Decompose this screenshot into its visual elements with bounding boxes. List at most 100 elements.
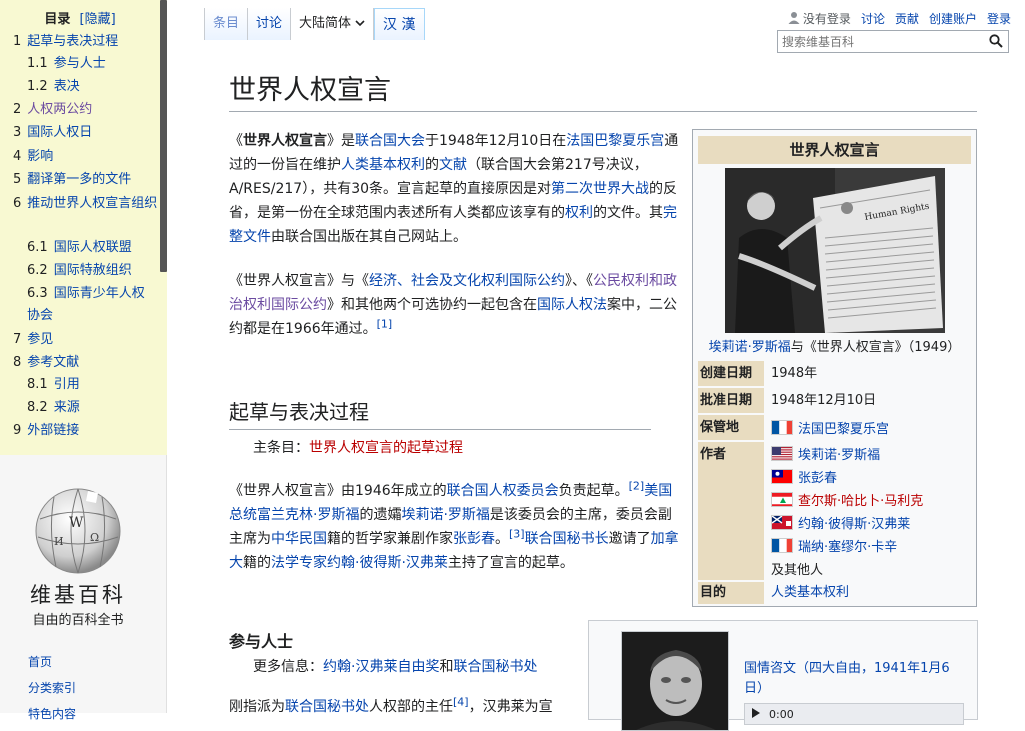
toc-header: 目录 [隐藏] [0,8,160,27]
hatnote-main-article: 主条目：世界人权宣言的起草过程 [253,437,463,457]
infobox-title: 世界人权宣言 [698,136,971,164]
link-un-general-assembly[interactable]: 联合国大会 [355,133,425,149]
link-john-humphrey-award[interactable]: 约翰·汉弗莱自由奖 [323,659,439,675]
personal-contributions-link[interactable]: 贡献 [895,10,919,27]
purpose-link[interactable]: 人类基本权利 [771,585,849,600]
toc-item[interactable]: 8.1引用 [27,374,167,396]
toc-title: 目录 [44,12,70,27]
toc-item[interactable]: 3国际人权日 [13,122,158,144]
sidebar: 目录 [隐藏] 1起草与表决过程 1.1参与人士 1.2表决 2人权两公约 3国… [0,0,167,713]
nav-featured-content[interactable]: 特色内容 [28,707,76,721]
tab-talk[interactable]: 讨论 [248,8,291,40]
variant-dropdown[interactable]: 大陆简体 [291,8,374,40]
infobox-row-ratified: 批准日期 1948年12月10日 [698,388,971,413]
link-ww2[interactable]: 第二次世界大战 [551,181,649,197]
link-rights[interactable]: 权利 [565,205,593,221]
paragraph-drafting: 《世界人权宣言》由1946年成立的联合国人权委员会负责起草。[2]美国总统富兰克… [229,479,679,575]
logo-wordmark: 维基百科 [22,579,134,609]
personal-talk-link[interactable]: 讨论 [861,10,885,27]
author-entry: 瑞纳·塞缪尔·卡辛 [771,534,923,557]
toc-item[interactable]: 6推动世界人权宣言组织 [13,193,158,215]
toc-item[interactable]: 6.2国际特赦组织 [27,260,167,282]
audio-time: 0:00 [769,708,794,721]
link-intl-human-rights-law[interactable]: 国际人权法 [537,297,607,313]
caption-link-eleanor[interactable]: 埃莉诺·罗斯福 [709,340,791,355]
nav-main-page[interactable]: 首页 [28,655,52,669]
toc-item[interactable]: 6.3国际青少年人权协会 [27,283,153,327]
toc-item[interactable]: 8参考文献 [13,352,158,374]
link-legal-expert[interactable]: 法学专家 [271,555,327,571]
usa-flag-icon [771,446,793,461]
link-un-secretary-general[interactable]: 联合国秘书长 [525,531,609,547]
reference-3[interactable]: [3] [509,527,525,540]
svg-text:Ω: Ω [90,531,99,544]
infobox-row-purpose: 目的 人类基本权利 [698,582,971,604]
location-link[interactable]: 法国巴黎夏乐宫 [798,418,889,437]
create-account-link[interactable]: 创建账户 [929,10,977,27]
link-john-humphrey[interactable]: 约翰·彼得斯·汉弗莱 [327,555,448,571]
not-logged-in-label: 没有登录 [803,10,851,27]
toc-hide-link[interactable]: [隐藏] [80,12,116,27]
author-more: 及其他人 [771,557,923,580]
toc-scrollbar[interactable] [160,0,167,272]
infobox-row-authors: 作者 埃莉诺·罗斯福 张彭春 [698,442,971,580]
link-document[interactable]: 文献 [439,157,467,173]
wikipedia-logo[interactable]: W Ω И 维基百科 自由的百科全书 [22,485,134,628]
hanzi-label: 汉 漢 [383,17,415,33]
toc-item[interactable]: 8.2来源 [27,397,167,419]
sidebar-navigation: 首页 分类索引 特色内容 [28,652,76,730]
author-link[interactable]: 查尔斯·哈比卜·马利克 [798,490,923,509]
reference-4[interactable]: [4] [453,695,469,708]
infobox-caption: 埃莉诺·罗斯福与《世界人权宣言》（1949） [698,336,971,355]
infobox-row-created: 创建日期 1948年 [698,361,971,386]
author-link[interactable]: 约翰·彼得斯·汉弗莱 [798,513,910,532]
reference-2[interactable]: [2] [629,479,645,492]
toc-item[interactable]: 7参见 [13,329,158,351]
author-entry: 约翰·彼得斯·汉弗莱 [771,511,923,534]
toc-item[interactable]: 4影响 [13,146,158,168]
paragraph-covenants: 《世界人权宣言》与《经济、社会及文化权利国际公约》、《公民权利和政治权利国际公约… [229,269,679,341]
link-roc[interactable]: 中华民国 [271,531,327,547]
infobox: 世界人权宣言 Human Rights [692,129,977,607]
tab-article[interactable]: 条目 [204,8,248,40]
author-link[interactable]: 埃莉诺·罗斯福 [798,444,880,463]
svg-text:И: И [54,535,64,548]
audio-title-link[interactable]: 国情咨文（四大自由，1941年1月6日） [744,661,950,696]
logo-tagline: 自由的百科全书 [22,609,134,628]
author-link[interactable]: 张彭春 [798,467,837,486]
infobox-photo[interactable]: Human Rights [725,168,945,333]
link-un-human-rights-commission[interactable]: 联合国人权委员会 [447,483,559,499]
roc-flag-icon [771,469,793,484]
link-drafting-process[interactable]: 世界人权宣言的起草过程 [309,440,463,456]
toc-item[interactable]: 6.1国际人权联盟 [27,237,167,259]
login-link[interactable]: 登录 [987,10,1011,27]
nav-category-index[interactable]: 分类索引 [28,681,76,695]
link-palais-de-chaillot[interactable]: 法国巴黎夏乐宫 [566,133,664,149]
lebanon-flag-icon [771,492,793,507]
hanzi-converter-button[interactable]: 汉 漢 [374,8,424,40]
play-icon[interactable] [751,708,761,721]
author-entry: 查尔斯·哈比卜·马利克 [771,488,923,511]
author-entry: 张彭春 [771,465,923,488]
toc-item[interactable]: 9外部链接 [13,420,158,442]
link-un-secretariat[interactable]: 联合国秘书处 [453,659,537,675]
toc-item[interactable]: 1.2表决 [27,76,167,98]
link-human-rights[interactable]: 人类基本权利 [341,157,425,173]
toc-item[interactable]: 1.1参与人士 [27,53,167,75]
author-link[interactable]: 瑞纳·塞缪尔·卡辛 [798,536,897,555]
user-icon [788,11,800,27]
toc-item[interactable]: 2人权两公约 [13,99,158,121]
namespace-tabs: 条目 讨论 大陆简体 汉 漢 [204,8,425,40]
reference-1[interactable]: [1] [377,317,393,330]
link-peng-chun-chang[interactable]: 张彭春 [453,531,495,547]
lead-paragraph: 《世界人权宣言》是联合国大会于1948年12月10日在法国巴黎夏乐宫通过的一份旨… [229,129,679,249]
toc-item[interactable]: 1起草与表决过程 [13,31,158,53]
infobox-row-location: 保管地 法国巴黎夏乐宫 [698,415,971,440]
fdr-portrait[interactable] [621,631,729,731]
section-heading-drafting: 起草与表决过程 [229,396,651,430]
paragraph-participants: 刚指派为联合国秘书处人权部的主任[4]，汉弗莱为宣 [229,695,579,719]
toc-item[interactable]: 5翻译第一多的文件 [13,169,158,191]
link-icescr[interactable]: 经济、社会及文化权利国际公约 [369,273,565,289]
audio-player[interactable]: 0:00 [744,703,964,725]
link-eleanor-roosevelt[interactable]: 埃莉诺·罗斯福 [401,507,489,523]
